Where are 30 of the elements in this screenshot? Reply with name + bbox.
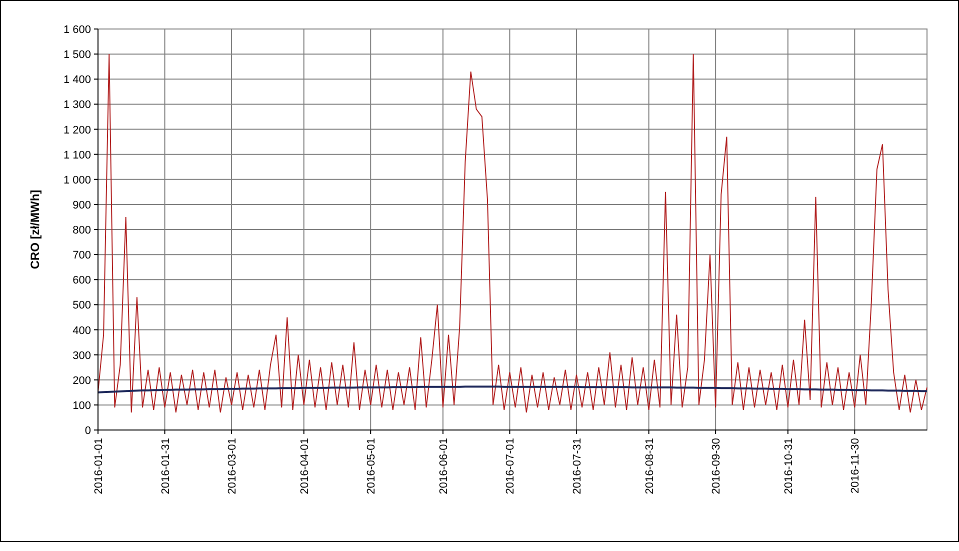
x-tick-label: 2016-07-31 bbox=[571, 438, 584, 494]
y-tick-label: 1 600 bbox=[63, 24, 91, 36]
y-tick-label: 1 500 bbox=[63, 49, 91, 62]
x-tick-label: 2016-07-01 bbox=[504, 438, 517, 494]
y-tick-label: 1 200 bbox=[63, 124, 91, 136]
x-tick-label: 2016-10-31 bbox=[782, 438, 795, 494]
y-tick-label: 1 400 bbox=[63, 74, 91, 86]
y-tick-label: 200 bbox=[72, 374, 91, 387]
x-tick-label: 2016-08-31 bbox=[644, 438, 656, 494]
y-axis-title: CRO [zł/MWh] bbox=[28, 190, 42, 270]
y-tick-label: 500 bbox=[72, 300, 91, 312]
y-tick-label: 800 bbox=[72, 224, 91, 236]
x-tick-label: 2016-04-01 bbox=[298, 438, 311, 494]
y-tick-label: 700 bbox=[72, 250, 91, 262]
x-tick-label: 2016-06-01 bbox=[438, 438, 450, 494]
x-tick-label: 2016-03-01 bbox=[226, 438, 239, 494]
x-tick-label: 2016-09-30 bbox=[710, 438, 723, 494]
x-tick-label: 2016-01-01 bbox=[93, 438, 105, 494]
x-tick-label: 2016-05-01 bbox=[366, 438, 378, 494]
y-tick-label: 1 100 bbox=[63, 149, 91, 162]
y-tick-label: 900 bbox=[72, 199, 91, 212]
y-tick-label: 0 bbox=[84, 425, 91, 437]
x-tick-label: 2016-01-31 bbox=[160, 438, 172, 494]
y-tick-label: 300 bbox=[72, 350, 91, 362]
y-tick-label: 100 bbox=[72, 400, 91, 412]
y-tick-label: 600 bbox=[72, 274, 91, 287]
y-tick-label: 1 000 bbox=[63, 174, 91, 186]
x-tick-label: 2016-11-30 bbox=[850, 438, 862, 494]
y-tick-label: 400 bbox=[72, 324, 91, 337]
y-tick-label: 1 300 bbox=[63, 99, 91, 112]
